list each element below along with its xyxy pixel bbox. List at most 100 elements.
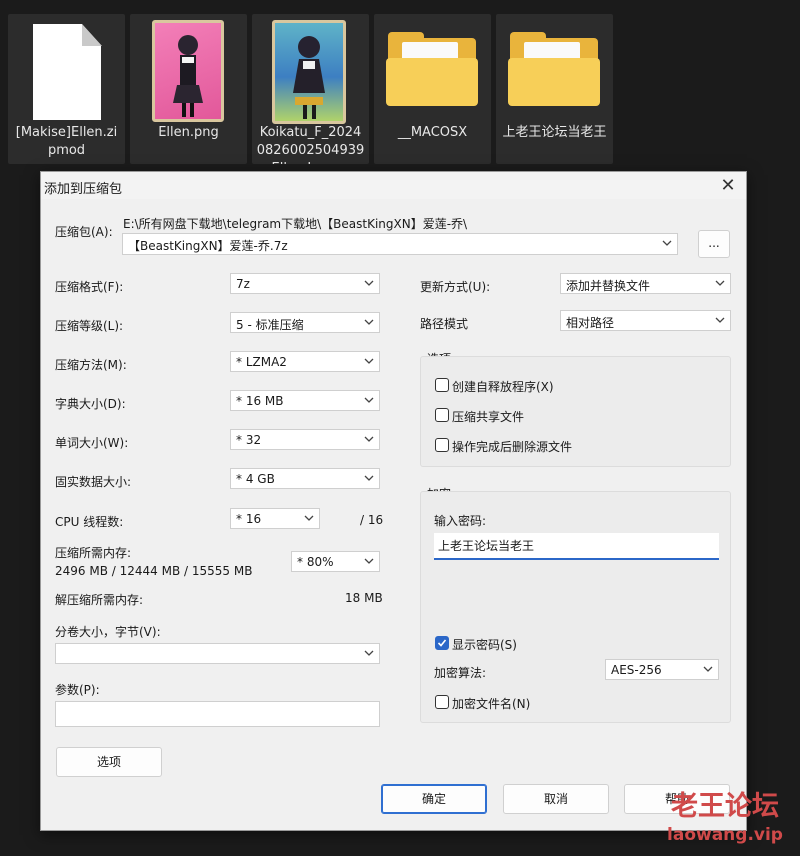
file-name: Ellen.png	[158, 125, 219, 140]
chevron-down-icon	[662, 240, 672, 246]
image-thumbnail	[252, 20, 369, 128]
memory-value: * 80%	[297, 555, 334, 569]
word-select[interactable]: * 32	[230, 429, 380, 450]
decompress-memory-value: 18 MB	[345, 591, 383, 605]
archive-name-combobox[interactable]: 【BeastKingXN】爱莲-乔.7z	[122, 233, 678, 255]
chevron-down-icon	[364, 650, 374, 656]
options-group: 创建自释放程序(X) 压缩共享文件 操作完成后删除源文件	[420, 356, 731, 467]
show-password-checkbox[interactable]	[435, 636, 449, 650]
update-label: 更新方式(U):	[420, 280, 491, 294]
dict-label: 字典大小(D):	[55, 397, 126, 411]
chevron-down-icon	[715, 280, 725, 286]
image-thumbnail	[130, 20, 247, 128]
chevron-down-icon	[364, 280, 374, 286]
dict-select[interactable]: * 16 MB	[230, 390, 380, 411]
shared-files-label: 压缩共享文件	[452, 410, 525, 424]
threads-value: * 16	[236, 512, 262, 526]
chevron-down-icon	[364, 475, 374, 481]
level-value: 5 - 标准压缩	[236, 318, 304, 332]
path-mode-label: 路径模式	[420, 317, 469, 331]
file-tile-zipmod[interactable]: [Makise]Ellen.zipmod	[8, 14, 125, 164]
encryption-method-label: 加密算法:	[434, 666, 487, 680]
word-label: 单词大小(W):	[55, 436, 129, 450]
dict-value: * 16 MB	[236, 394, 284, 408]
file-name: Koikatu_F_20240826002504939_Ellen Joe.pn…	[256, 125, 365, 164]
dialog-title: 添加到压缩包	[44, 182, 123, 197]
update-value: 添加并替换文件	[566, 279, 651, 293]
password-label: 输入密码:	[434, 514, 487, 528]
chevron-down-icon	[364, 436, 374, 442]
threads-select[interactable]: * 16	[230, 508, 320, 529]
archive-label: 压缩包(A):	[55, 225, 113, 239]
password-input[interactable]: 上老王论坛当老王	[434, 533, 719, 560]
folder-icon	[374, 20, 491, 128]
solid-select[interactable]: * 4 GB	[230, 468, 380, 489]
archive-path: E:\所有网盘下载地\telegram下载地\【BeastKingXN】爱莲-乔…	[123, 217, 468, 231]
file-name: [Makise]Ellen.zipmod	[15, 125, 118, 158]
method-label: 压缩方法(M):	[55, 358, 127, 372]
browse-button[interactable]: ...	[698, 230, 730, 258]
chevron-down-icon	[364, 319, 374, 325]
archive-name-value: 【BeastKingXN】爱莲-乔.7z	[128, 239, 288, 253]
shared-files-checkbox[interactable]	[435, 408, 449, 422]
delete-source-checkbox[interactable]	[435, 438, 449, 452]
password-value: 上老王论坛当老王	[438, 539, 535, 553]
dialog-titlebar: 添加到压缩包 ✕	[41, 172, 746, 199]
watermark: 老王论坛 laowang.vip	[660, 790, 790, 846]
chevron-down-icon	[715, 317, 725, 323]
folder-name: 上老王论坛当老王	[502, 125, 607, 140]
folder-icon	[496, 20, 613, 128]
memory-label: 压缩所需内存:	[55, 546, 132, 560]
chevron-down-icon	[304, 515, 314, 521]
watermark-url: laowang.vip	[667, 825, 783, 845]
threads-total: / 16	[360, 513, 384, 527]
encryption-method-select[interactable]: AES-256	[605, 659, 719, 680]
file-icon	[8, 20, 125, 128]
path-mode-value: 相对路径	[566, 316, 615, 330]
split-label: 分卷大小，字节(V):	[55, 625, 161, 639]
file-tile-koikatu-png[interactable]: Koikatu_F_20240826002504939_Ellen Joe.pn…	[252, 14, 369, 164]
cancel-button[interactable]: 取消	[503, 784, 609, 814]
encryption-method-value: AES-256	[611, 663, 662, 677]
encrypt-names-checkbox[interactable]	[435, 695, 449, 709]
encryption-group: 输入密码: 上老王论坛当老王 显示密码(S) 加密算法: AES-256 加密文…	[420, 491, 731, 723]
split-combobox[interactable]	[55, 643, 380, 664]
chevron-down-icon	[703, 666, 713, 672]
solid-label: 固实数据大小:	[55, 475, 132, 489]
level-label: 压缩等级(L):	[55, 319, 124, 333]
file-tile-ellen-png[interactable]: Ellen.png	[130, 14, 247, 164]
decompress-memory-label: 解压缩所需内存:	[55, 593, 144, 607]
level-select[interactable]: 5 - 标准压缩	[230, 312, 380, 333]
params-label: 参数(P):	[55, 683, 100, 697]
chevron-down-icon	[364, 558, 374, 564]
word-value: * 32	[236, 433, 262, 447]
checkmark-icon	[437, 639, 447, 647]
encrypt-names-label: 加密文件名(N)	[452, 697, 531, 711]
solid-value: * 4 GB	[236, 472, 275, 486]
add-to-archive-dialog: 添加到压缩包 ✕ 压缩包(A): E:\所有网盘下载地\telegram下载地\…	[40, 171, 747, 831]
folder-name: __MACOSX	[397, 125, 468, 140]
params-input[interactable]	[55, 701, 380, 727]
folder-tile-macosx[interactable]: __MACOSX	[374, 14, 491, 164]
delete-source-label: 操作完成后删除源文件	[452, 440, 573, 454]
memory-select[interactable]: * 80%	[291, 551, 380, 572]
threads-label: CPU 线程数:	[55, 515, 124, 529]
close-icon[interactable]: ✕	[716, 176, 740, 196]
folder-tile-laowang[interactable]: 上老王论坛当老王	[496, 14, 613, 164]
update-select[interactable]: 添加并替换文件	[560, 273, 731, 294]
sfx-label: 创建自释放程序(X)	[452, 380, 554, 394]
options-button[interactable]: 选项	[56, 747, 162, 777]
watermark-title: 老王论坛	[671, 791, 779, 822]
show-password-label: 显示密码(S)	[452, 638, 517, 652]
method-value: * LZMA2	[236, 355, 287, 369]
format-select[interactable]: 7z	[230, 273, 380, 294]
sfx-checkbox[interactable]	[435, 378, 449, 392]
path-mode-select[interactable]: 相对路径	[560, 310, 731, 331]
chevron-down-icon	[364, 358, 374, 364]
memory-detail: 2496 MB / 12444 MB / 15555 MB	[55, 564, 253, 578]
ok-button[interactable]: 确定	[381, 784, 487, 814]
chevron-down-icon	[364, 397, 374, 403]
method-select[interactable]: * LZMA2	[230, 351, 380, 372]
format-label: 压缩格式(F):	[55, 280, 124, 294]
format-value: 7z	[236, 277, 250, 291]
